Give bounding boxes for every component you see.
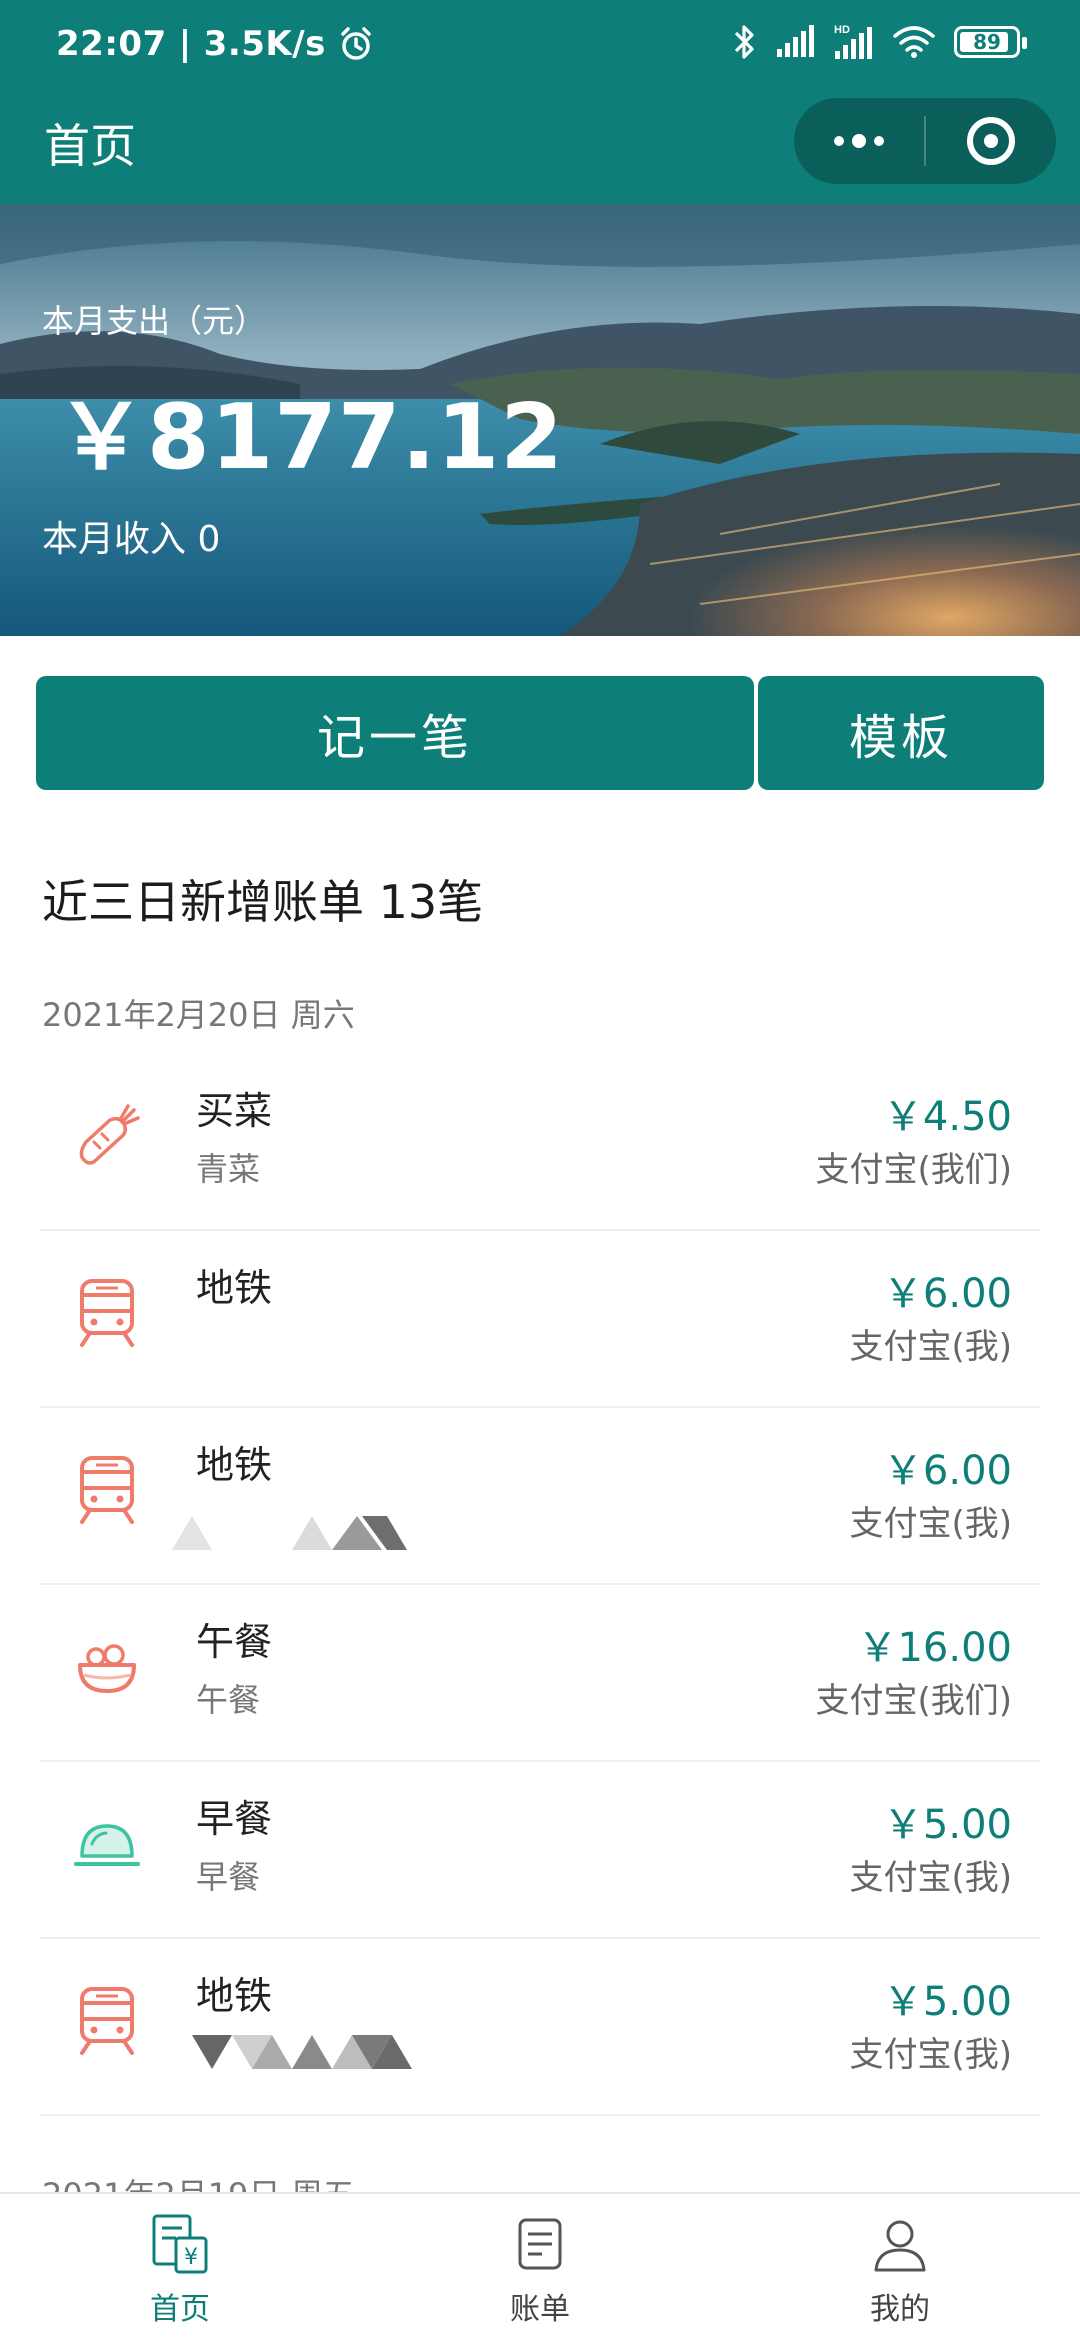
nav-home[interactable]: ¥ 首页 [0,2194,360,2340]
redacted-note [172,2027,432,2087]
bill-amount: ￥6.00 [882,1271,1012,1317]
redacted-note [172,1496,412,1556]
page-title: 首页 [44,119,136,173]
bill-name: 买菜 [196,1089,273,1133]
train-icon [80,1456,134,1524]
bill-amount: ￥5.00 [882,1979,1012,2025]
battery-level: 89 [973,30,1001,54]
bill-amount: ￥6.00 [882,1448,1012,1494]
battery-indicator: 89 [954,26,1027,58]
bill-name: 午餐 [196,1620,273,1664]
lunch-bowl-icon [78,1644,136,1693]
status-time: 22:07 [56,24,167,64]
bill-note: 午餐 [196,1681,261,1719]
bill-amount: ￥4.50 [882,1094,1012,1140]
svg-text:HD: HD [834,24,850,36]
status-bar-left: 22:07 | 3.5K/s [56,24,374,64]
monthly-expense-label: 本月支出（元） [42,302,267,340]
bill-amount: ￥16.00 [857,1625,1012,1671]
document-icon [518,2218,562,2270]
bill-row[interactable]: 地铁 ￥6.00 支付宝(我) [40,1408,1040,1585]
nav-bills-label: 账单 [510,2292,570,2327]
signal-icon [777,25,814,57]
action-buttons: 记一笔 模板 [36,676,1044,790]
breakfast-icon [74,1824,140,1866]
carrot-icon [79,1104,140,1165]
bill-row[interactable]: 买菜 青菜 ￥4.50 支付宝(我们) [40,1054,1040,1231]
bill-amount: ￥5.00 [882,1802,1012,1848]
nav-home-label: 首页 [150,2292,210,2327]
bill-note: 早餐 [196,1858,261,1896]
recent-bills-title: 近三日新增账单 13笔 [42,875,484,929]
date-header: 2021年2月20日 周六 [42,996,355,1034]
bill-row[interactable]: 早餐 早餐 ￥5.00 支付宝(我) [40,1762,1040,1939]
bill-name: 早餐 [196,1797,273,1841]
bill-note: 青菜 [196,1150,261,1188]
monthly-income: 本月收入 0 [42,519,221,560]
top-bar: 22:07 | 3.5K/s HD 89 首页 [0,0,1080,204]
user-icon [874,2220,926,2272]
nav-mine-label: 我的 [870,2292,930,2327]
more-dots-icon [834,136,844,146]
bill-name: 地铁 [196,1443,273,1487]
train-icon [80,1279,134,1347]
bill-account: 支付宝(我) [849,1858,1012,1898]
nav-mine[interactable]: 我的 [720,2194,1080,2340]
status-bar-right: HD 89 [732,22,1027,62]
close-miniprogram-button[interactable] [926,98,1056,184]
wifi-icon [893,26,935,58]
bill-account: 支付宝(我们) [815,1150,1012,1190]
nav-bills[interactable]: 账单 [360,2194,720,2340]
bill-row[interactable]: 午餐 午餐 ￥16.00 支付宝(我们) [40,1585,1040,1762]
bill-account: 支付宝(我们) [815,1681,1012,1721]
bill-row[interactable]: 地铁 ￥5.00 支付宝(我) [40,1939,1040,2116]
bill-row[interactable]: 地铁 ￥6.00 支付宝(我) [40,1231,1040,1408]
record-button[interactable]: 记一笔 [36,676,754,790]
target-circle-icon [967,117,1015,165]
bill-account: 支付宝(我) [849,2035,1012,2075]
svg-text:¥: ¥ [184,2245,198,2270]
more-menu-button[interactable] [794,98,924,184]
template-button[interactable]: 模板 [758,676,1044,790]
bill-account: 支付宝(我) [849,1504,1012,1544]
home-ledger-icon: ¥ [152,2214,208,2274]
bill-name: 地铁 [196,1974,273,2018]
summary-banner: 本月支出（元） ￥8177.12 本月收入 0 [0,204,1080,636]
bottom-nav: ¥ 首页 账单 我的 [0,2192,1080,2340]
bill-account: 支付宝(我) [849,1327,1012,1367]
bill-list: 买菜 青菜 ￥4.50 支付宝(我们) 地铁 ￥6.00 支付宝(我) 地铁 ￥… [40,1054,1040,2116]
train-icon [80,1987,134,2055]
alarm-icon [341,27,371,60]
monthly-expense-amount: ￥8177.12 [56,385,564,490]
bluetooth-icon [734,25,754,59]
network-speed: 3.5K/s [203,24,326,64]
miniprogram-capsule [794,98,1056,184]
hd-signal-icon: HD [834,24,872,59]
bill-name: 地铁 [196,1266,273,1310]
